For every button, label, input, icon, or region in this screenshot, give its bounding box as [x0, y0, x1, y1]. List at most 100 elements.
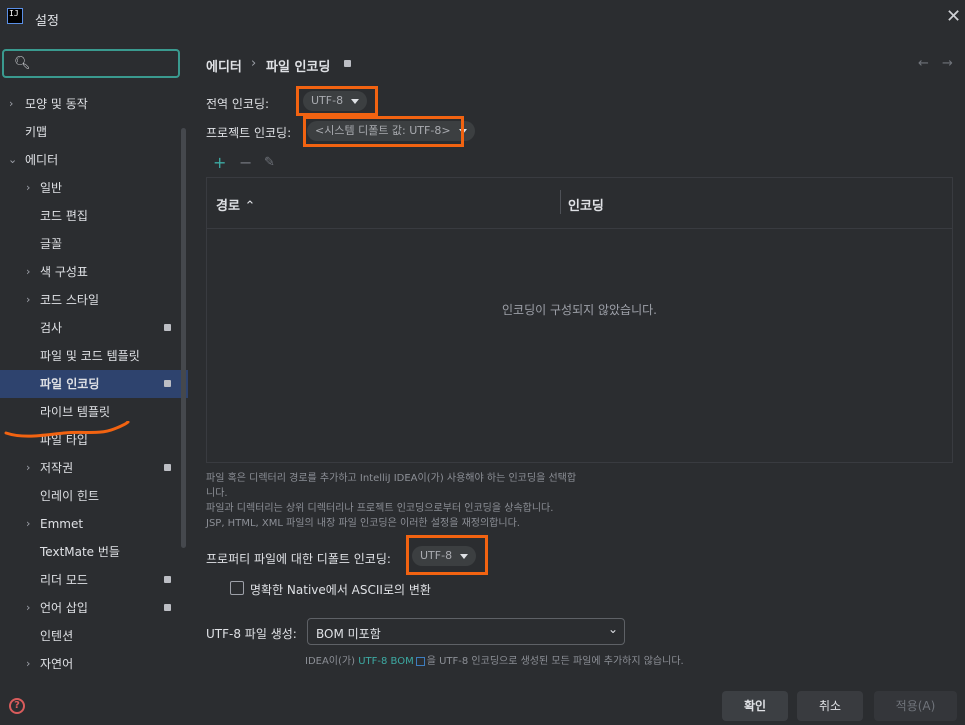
chevron-down-icon: ⌄	[8, 153, 18, 166]
sidebar-item-label: 자연어	[40, 657, 74, 671]
sidebar-item-label: 리더 모드	[40, 573, 88, 587]
underline-annotation	[4, 421, 130, 438]
sidebar-item-inspections[interactable]: 검사	[0, 314, 188, 342]
chevron-down-icon: ⌄	[607, 622, 618, 636]
window-title: 설정	[35, 14, 59, 29]
column-divider[interactable]	[560, 190, 561, 214]
help-icon[interactable]: ?	[9, 698, 25, 714]
project-scope-icon	[164, 576, 171, 583]
sidebar-item-label: Emmet	[40, 517, 84, 531]
chevron-right-icon: ›	[26, 657, 31, 670]
sidebar-item-label: 저작권	[40, 461, 74, 475]
sidebar-item-language-injections[interactable]: › 언어 삽입	[0, 594, 188, 622]
project-scope-icon	[164, 604, 171, 611]
sidebar-item-reader-mode[interactable]: 리더 모드	[0, 566, 188, 594]
external-link-icon	[415, 656, 425, 666]
bom-note: IDEA이(가) UTF-8 BOM 을 UTF-8 인코딩으로 생성된 모든 파…	[305, 656, 684, 667]
chevron-right-icon: ›	[26, 181, 31, 194]
chevron-right-icon: ›	[26, 265, 31, 278]
bom-select[interactable]: BOM 미포함 ⌄	[307, 618, 625, 645]
sidebar-item-label: 코드 스타일	[40, 293, 100, 307]
edit-icon[interactable]: ✎	[264, 155, 275, 171]
sidebar-item-label: 모양 및 동작	[25, 97, 88, 111]
remove-icon[interactable]: −	[239, 155, 252, 171]
breadcrumb-current: 파일 인코딩	[266, 60, 331, 75]
sidebar-item-color-scheme[interactable]: › 색 구성표	[0, 258, 188, 286]
sidebar-item-font[interactable]: 글꼴	[0, 230, 188, 258]
highlight-box	[303, 116, 464, 147]
ok-button[interactable]: 확인	[722, 691, 788, 721]
chevron-right-icon: ›	[26, 293, 31, 306]
close-icon[interactable]: ✕	[946, 8, 961, 26]
sidebar-item-code-editing[interactable]: 코드 편집	[0, 202, 188, 230]
sidebar-item-file-templates[interactable]: 파일 및 코드 템플릿	[0, 342, 188, 370]
sidebar-item-label: 일반	[40, 181, 63, 195]
search-input[interactable]: 🔍︎	[2, 49, 180, 78]
sidebar-item-label: 검사	[40, 321, 63, 335]
search-icon: 🔍︎	[14, 56, 31, 71]
highlight-box	[296, 86, 378, 116]
sidebar-item-label: 파일 및 코드 템플릿	[40, 349, 140, 363]
sidebar-item-appearance[interactable]: › 모양 및 동작	[0, 90, 188, 118]
settings-sidebar: 🔍︎ › 모양 및 동작 키맵 ⌄ 에디터 › 일반 코드 편집 글꼴 › 색 …	[0, 36, 188, 681]
sidebar-scrollbar[interactable]	[181, 128, 186, 548]
apply-button[interactable]: 적용(A)	[874, 691, 957, 721]
sidebar-item-copyright[interactable]: › 저작권	[0, 454, 188, 482]
sidebar-item-general[interactable]: › 일반	[0, 174, 188, 202]
sidebar-item-label: 키맵	[25, 125, 48, 139]
sidebar-item-label: 글꼴	[40, 237, 63, 251]
description-line: 파일 혹은 디렉터리 경로를 추가하고 IntelliJ IDEA이(가) 사용…	[206, 473, 577, 484]
chevron-right-icon: ›	[9, 97, 14, 110]
sidebar-item-label: 코드 편집	[40, 209, 88, 223]
sidebar-item-label: 언어 삽입	[40, 601, 88, 615]
column-header-path[interactable]: 경로 ⌃	[216, 195, 255, 214]
column-header-encoding[interactable]: 인코딩	[568, 195, 604, 214]
sidebar-item-natural-languages[interactable]: › 자연어	[0, 650, 188, 678]
sidebar-item-label: 인텐션	[40, 629, 74, 643]
sidebar-item-label: 파일 인코딩	[40, 377, 100, 391]
back-arrow-icon[interactable]: ←	[918, 56, 929, 71]
app-logo-icon: IJ	[7, 8, 23, 24]
sidebar-item-intentions[interactable]: 인텐션	[0, 622, 188, 650]
bom-label: UTF-8 파일 생성:	[206, 627, 297, 641]
description-line: JSP, HTML, XML 파일의 내장 파일 인코딩은 이러한 설정을 재정…	[206, 518, 520, 529]
cancel-button[interactable]: 취소	[797, 691, 863, 721]
table-header: 경로 ⌃ 인코딩	[207, 178, 952, 229]
sidebar-item-label: 에디터	[25, 153, 59, 167]
breadcrumb-parent[interactable]: 에디터	[206, 56, 242, 75]
native-to-ascii-label: 명확한 Native에서 ASCII로의 변환	[250, 583, 431, 597]
native-to-ascii-checkbox[interactable]	[230, 581, 244, 595]
bom-select-value: BOM 미포함	[316, 627, 381, 641]
project-scope-icon	[164, 380, 171, 387]
title-bar: IJ 설정 ✕	[0, 0, 965, 36]
chevron-right-icon: ›	[26, 461, 31, 474]
sidebar-item-label: TextMate 번들	[40, 545, 120, 559]
project-scope-icon	[164, 324, 171, 331]
global-encoding-label: 전역 인코딩:	[206, 97, 270, 111]
utf8-bom-link[interactable]: UTF-8 BOM	[358, 656, 414, 667]
sidebar-item-label: 인레이 힌트	[40, 489, 100, 503]
description-line: 파일과 디렉터리는 상위 디렉터리나 프로젝트 인코딩으로부터 인코딩을 상속합…	[206, 503, 554, 514]
empty-table-text: 인코딩이 구성되지 않았습니다.	[502, 303, 657, 317]
add-icon[interactable]: +	[213, 155, 226, 171]
project-scope-icon	[164, 464, 171, 471]
forward-arrow-icon[interactable]: →	[942, 56, 953, 71]
chevron-right-icon: ›	[26, 517, 31, 530]
highlight-box	[406, 535, 488, 575]
encoding-table: 경로 ⌃ 인코딩 인코딩이 구성되지 않았습니다.	[206, 177, 953, 463]
sidebar-item-code-style[interactable]: › 코드 스타일	[0, 286, 188, 314]
sidebar-item-file-encodings[interactable]: 파일 인코딩	[0, 370, 188, 398]
chevron-right-icon: ›	[26, 601, 31, 614]
properties-encoding-label: 프로퍼티 파일에 대한 디폴트 인코딩:	[206, 552, 391, 566]
project-scope-icon	[344, 60, 351, 67]
sidebar-item-editor[interactable]: ⌄ 에디터	[0, 146, 188, 174]
sidebar-item-emmet[interactable]: › Emmet	[0, 510, 188, 538]
description-line: 니다.	[206, 488, 228, 499]
sort-ascending-icon: ⌃	[244, 199, 256, 214]
breadcrumb-separator-icon: ›	[251, 56, 257, 71]
project-encoding-label: 프로젝트 인코딩:	[206, 126, 292, 140]
sidebar-item-textmate-bundles[interactable]: TextMate 번들	[0, 538, 188, 566]
sidebar-item-label: 색 구성표	[40, 265, 88, 279]
sidebar-item-keymap[interactable]: 키맵	[0, 118, 188, 146]
sidebar-item-inlay-hints[interactable]: 인레이 힌트	[0, 482, 188, 510]
